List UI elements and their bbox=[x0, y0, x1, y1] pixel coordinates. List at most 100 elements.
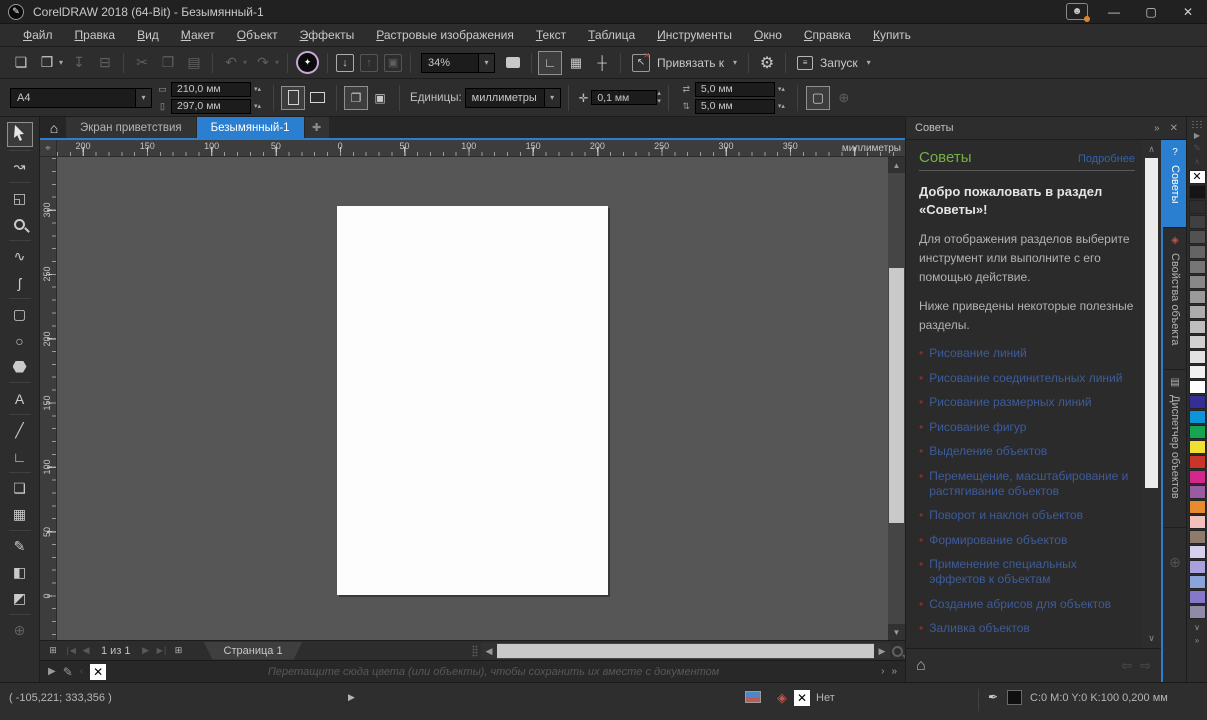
text-tool[interactable]: A bbox=[7, 386, 33, 411]
palette-expand-icon[interactable]: » bbox=[1195, 634, 1199, 647]
color-swatch[interactable] bbox=[1189, 230, 1206, 244]
all-pages-button[interactable]: ❐ bbox=[344, 86, 368, 110]
cut-button[interactable]: ✂ bbox=[130, 51, 154, 75]
menu-item[interactable]: Таблица bbox=[577, 25, 646, 45]
pick-tool[interactable] bbox=[7, 122, 33, 147]
status-flyout-icon[interactable]: ▶ bbox=[348, 692, 355, 703]
open-button[interactable]: ❒▾ bbox=[35, 51, 65, 75]
chevron-down-icon[interactable]: ▾ bbox=[544, 89, 560, 107]
color-swatch[interactable] bbox=[1189, 200, 1206, 214]
color-swatch[interactable] bbox=[1189, 395, 1206, 409]
show-grid-toggle[interactable]: ▦ bbox=[564, 51, 588, 75]
previous-page-button[interactable]: ◀ bbox=[77, 643, 95, 659]
stepper-buttons[interactable]: ▾▴ bbox=[778, 85, 785, 93]
launch-dropdown[interactable]: ≡ Запуск ▾ bbox=[791, 56, 877, 70]
menu-item[interactable]: Инструменты bbox=[646, 25, 743, 45]
color-proof-icon[interactable] bbox=[745, 691, 761, 703]
color-swatch[interactable] bbox=[1189, 410, 1206, 424]
color-swatch[interactable] bbox=[1189, 605, 1206, 619]
portrait-orientation-button[interactable] bbox=[281, 86, 305, 110]
menu-item[interactable]: Файл bbox=[12, 25, 64, 45]
tab-welcome-screen[interactable]: Экран приветствия bbox=[66, 117, 196, 138]
drop-shadow-tool[interactable]: ❏ bbox=[7, 476, 33, 501]
scroll-left-icon[interactable]: ‹ bbox=[80, 666, 83, 677]
scroll-up-button[interactable]: ▲ bbox=[888, 157, 905, 173]
import-button[interactable]: ↓ bbox=[334, 52, 356, 74]
search-content-button[interactable]: ✦ bbox=[294, 51, 321, 74]
tips-topic-link[interactable]: •Рисование линий bbox=[919, 346, 1135, 361]
scroll-right-icon[interactable]: › bbox=[881, 666, 884, 677]
more-link[interactable]: Подробнее bbox=[1078, 153, 1135, 165]
horizontal-ruler[interactable]: миллиметры 20015010050050100150200250300… bbox=[57, 140, 905, 157]
smart-fill-tool[interactable]: ◩ bbox=[7, 586, 33, 611]
next-page-button[interactable]: ▶ bbox=[137, 643, 155, 659]
shape-tool[interactable]: ↝ bbox=[7, 154, 33, 179]
outline-pen-icon[interactable]: ✒ bbox=[988, 690, 998, 704]
maximize-button[interactable]: ▢ bbox=[1140, 5, 1162, 19]
chevron-down-icon[interactable]: ▾ bbox=[478, 54, 494, 72]
menu-item[interactable]: Объект bbox=[226, 25, 289, 45]
color-swatch[interactable] bbox=[1189, 320, 1206, 334]
menu-item[interactable]: Текст bbox=[525, 25, 577, 45]
expand-icon[interactable]: » bbox=[891, 666, 897, 677]
copy-button[interactable]: ❐ bbox=[156, 51, 180, 75]
color-swatch[interactable] bbox=[1189, 485, 1206, 499]
scroll-down-icon[interactable]: ∨ bbox=[1144, 631, 1159, 645]
horizontal-scrollbar[interactable]: ◀ ▶ bbox=[481, 643, 890, 659]
docker-tab-tips[interactable]: ?Советы bbox=[1163, 140, 1187, 228]
ruler-origin[interactable]: ⌖ bbox=[40, 140, 57, 157]
color-swatch[interactable] bbox=[1189, 545, 1206, 559]
color-swatch[interactable] bbox=[1189, 500, 1206, 514]
fill-icon[interactable]: ◈ bbox=[777, 690, 787, 706]
flyout-arrow-icon[interactable]: ▶ bbox=[48, 666, 56, 677]
new-tab-button[interactable]: ✚ bbox=[305, 117, 329, 138]
scroll-right-button[interactable]: ▶ bbox=[874, 643, 890, 659]
color-swatch[interactable] bbox=[1189, 275, 1206, 289]
vertical-scrollbar-thumb[interactable] bbox=[889, 268, 904, 523]
tab-document[interactable]: Безымянный-1 bbox=[197, 117, 304, 138]
customize-toolbox-button[interactable]: ⊕ bbox=[7, 618, 33, 643]
crop-tool[interactable]: ◱ bbox=[7, 186, 33, 211]
publish-pdf-button[interactable]: ▣ bbox=[382, 52, 404, 74]
nudge-distance-field[interactable]: 0,1 мм bbox=[591, 90, 657, 105]
tips-topic-link[interactable]: •Рисование соединительных линий bbox=[919, 371, 1135, 386]
no-color-swatch[interactable]: ✕ bbox=[1189, 170, 1206, 184]
welcome-home-icon[interactable]: ⌂ bbox=[42, 117, 66, 138]
color-eyedropper-tool[interactable]: ✎ bbox=[7, 534, 33, 559]
show-rulers-toggle[interactable]: ∟ bbox=[538, 51, 562, 75]
menu-item[interactable]: Эффекты bbox=[289, 25, 366, 45]
rectangle-tool[interactable]: ▢ bbox=[7, 302, 33, 327]
tips-topic-link[interactable]: •Формирование объектов bbox=[919, 533, 1135, 548]
zoom-level-combobox[interactable]: 34% ▾ bbox=[421, 53, 495, 73]
color-swatch[interactable] bbox=[1189, 440, 1206, 454]
duplicate-distance-x-field[interactable]: 5,0 мм bbox=[695, 82, 775, 97]
tips-topic-link[interactable]: •Рисование фигур bbox=[919, 420, 1135, 435]
menu-item[interactable]: Купить bbox=[862, 25, 922, 45]
color-swatch[interactable] bbox=[1189, 380, 1206, 394]
tips-topic-link[interactable]: •Поворот и наклон объектов bbox=[919, 508, 1135, 523]
vertical-ruler[interactable]: 300250200150100500 bbox=[40, 157, 57, 640]
last-page-button[interactable]: ▶❘ bbox=[155, 643, 170, 659]
docker-tab-object-manager[interactable]: ▤Диспетчер объектов bbox=[1163, 370, 1187, 528]
outline-color-swatch[interactable] bbox=[1007, 690, 1022, 705]
page-height-field[interactable]: 297,0 мм bbox=[171, 99, 251, 114]
add-page-start-button[interactable]: ⊞ bbox=[44, 643, 62, 659]
minimize-button[interactable]: — bbox=[1103, 5, 1125, 19]
color-swatch[interactable] bbox=[1189, 590, 1206, 604]
tips-topic-link[interactable]: •Перемещение, масштабирование и растягив… bbox=[919, 469, 1135, 499]
tips-topic-link[interactable]: •Применение специальных эффектов к объек… bbox=[919, 557, 1135, 587]
page-size-preset-combobox[interactable]: A4 ▾ bbox=[10, 88, 152, 108]
color-swatch[interactable] bbox=[1189, 365, 1206, 379]
add-page-end-button[interactable]: ⊞ bbox=[170, 643, 188, 659]
menu-item[interactable]: Справка bbox=[793, 25, 862, 45]
menu-item[interactable]: Вид bbox=[126, 25, 170, 45]
page-width-field[interactable]: 210,0 мм bbox=[171, 82, 251, 97]
color-swatch[interactable] bbox=[1189, 305, 1206, 319]
close-docker-icon[interactable]: ✕ bbox=[1170, 123, 1178, 134]
paste-button[interactable]: ▤ bbox=[182, 51, 206, 75]
home-icon[interactable]: ⌂ bbox=[916, 657, 926, 675]
docker-scrollbar-thumb[interactable] bbox=[1145, 158, 1158, 488]
connector-tool[interactable]: ∟ bbox=[7, 444, 33, 469]
color-swatch[interactable] bbox=[1189, 425, 1206, 439]
transparency-tool[interactable]: ▦ bbox=[7, 502, 33, 527]
